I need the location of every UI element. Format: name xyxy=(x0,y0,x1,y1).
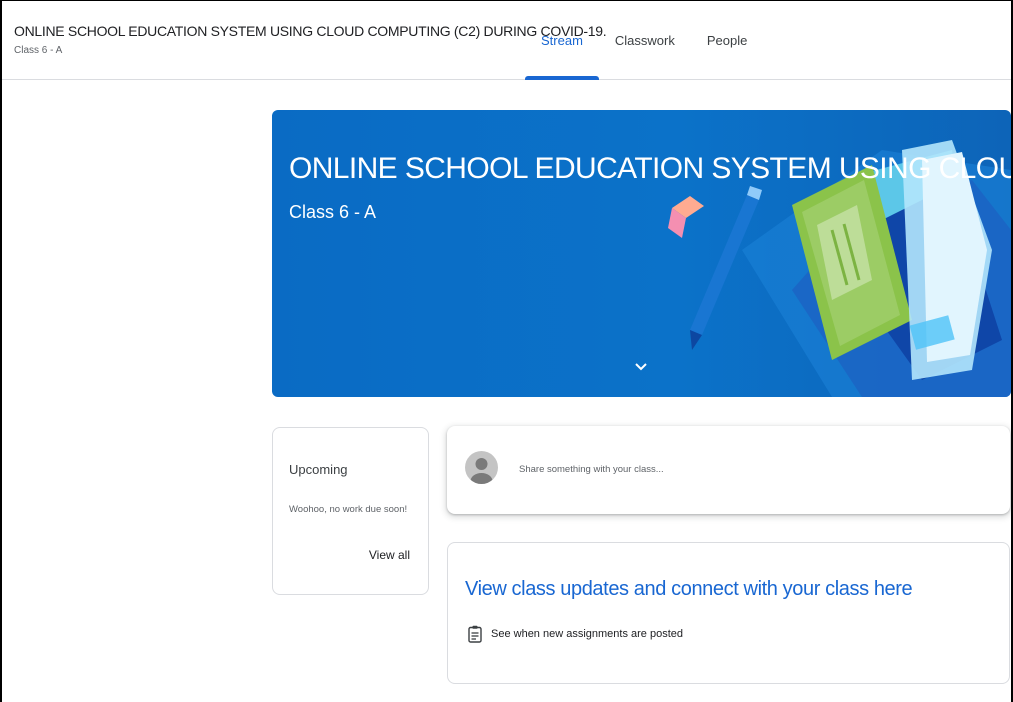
tab-stream[interactable]: Stream xyxy=(525,1,599,80)
tab-classwork[interactable]: Classwork xyxy=(599,1,691,79)
upcoming-card: Upcoming Woohoo, no work due soon! View … xyxy=(272,427,429,595)
tab-people[interactable]: People xyxy=(691,1,763,79)
window-border-left xyxy=(0,0,2,702)
class-banner: ONLINE SCHOOL EDUCATION SYSTEM USING CLO… xyxy=(272,110,1011,397)
class-updates-card: View class updates and connect with your… xyxy=(447,542,1010,684)
class-updates-heading: View class updates and connect with your… xyxy=(465,578,913,600)
share-input[interactable]: Share something with your class... xyxy=(519,464,664,475)
chevron-down-icon[interactable] xyxy=(632,358,650,376)
view-all-link[interactable]: View all xyxy=(369,548,410,562)
share-box[interactable]: Share something with your class... xyxy=(447,426,1010,514)
course-section: Class 6 - A xyxy=(14,45,63,56)
upcoming-title: Upcoming xyxy=(289,462,348,477)
banner-subtitle: Class 6 - A xyxy=(289,202,377,222)
course-title[interactable]: ONLINE SCHOOL EDUCATION SYSTEM USING CLO… xyxy=(14,23,607,39)
info-item-text: See when new assignments are posted xyxy=(491,628,684,640)
app-header: ONLINE SCHOOL EDUCATION SYSTEM USING CLO… xyxy=(2,1,1011,80)
info-item: See when new assignments are posted xyxy=(468,625,683,643)
tab-bar: Stream Classwork People xyxy=(525,1,763,80)
banner-title: ONLINE SCHOOL EDUCATION SYSTEM USING CLO… xyxy=(289,152,1011,185)
assignment-icon xyxy=(468,625,482,643)
default-avatar-icon xyxy=(465,451,498,484)
upcoming-empty-message: Woohoo, no work due soon! xyxy=(289,504,408,515)
